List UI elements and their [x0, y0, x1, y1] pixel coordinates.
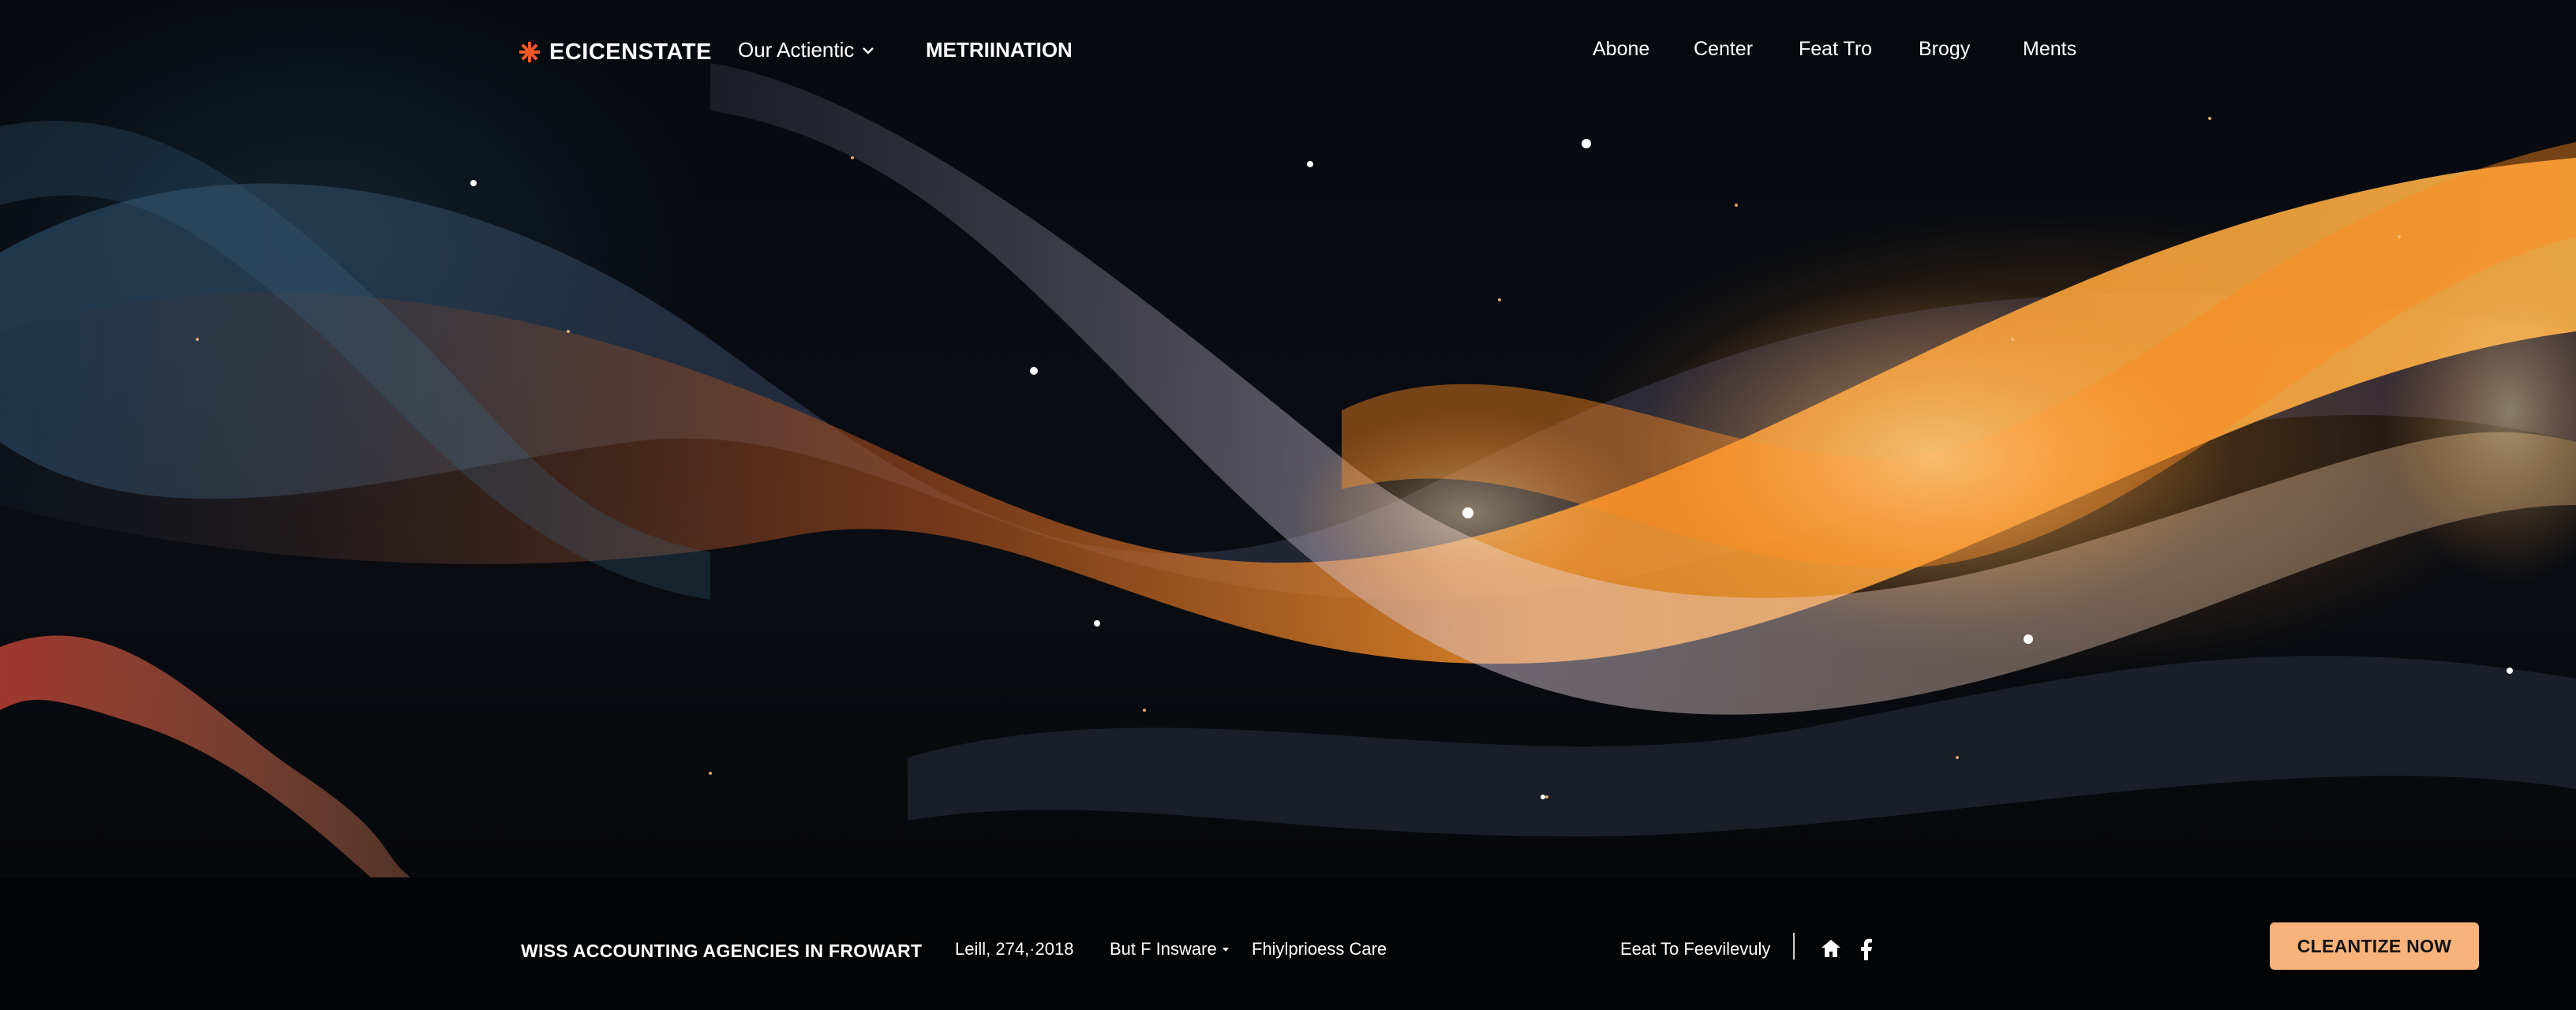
footer-divider [1793, 933, 1795, 960]
cleantize-now-button[interactable]: CLEANTIZE NOW [2270, 922, 2479, 970]
home-icon[interactable] [1820, 938, 1842, 959]
nav-item-metriination[interactable]: METRIINATION [926, 38, 1073, 62]
chevron-down-icon [863, 47, 874, 54]
nav-item-feat-tro[interactable]: Feat Tro [1799, 38, 1872, 61]
nav-item-label: METRIINATION [926, 38, 1073, 62]
footer-tagline: WISS ACCOUNTING AGENCIES IN FROWART [521, 941, 923, 961]
wave-artwork [0, 63, 2576, 877]
hero-background [0, 0, 2576, 877]
nav-item-brogy[interactable]: Brogy [1919, 38, 1970, 61]
nav-item-center[interactable]: Center [1694, 38, 1753, 61]
nav-item-ments[interactable]: Ments [2023, 38, 2076, 61]
footer-feat-link[interactable]: Eeat To Feevilevuly [1620, 939, 1770, 960]
footer-dropdown-label: But F Insware [1110, 939, 1217, 959]
facebook-icon[interactable] [1859, 938, 1874, 960]
nav-item-our-actientic[interactable]: Our Actientic [738, 38, 874, 62]
footer-care-link[interactable]: Fhiylprioess Care [1252, 939, 1387, 960]
brand-logo[interactable]: ECICENSTATE [518, 35, 712, 69]
caret-down-icon [1222, 948, 1229, 952]
footer-dropdown[interactable]: But F Insware [1110, 939, 1230, 960]
footer-date: Leill, 274,·2018 [955, 939, 1074, 959]
nav-item-label: Our Actientic [738, 38, 855, 62]
brand-name: ECICENSTATE [549, 39, 712, 65]
asterisk-logo-icon [519, 42, 540, 62]
nav-item-abone[interactable]: Abone [1593, 38, 1649, 61]
top-navigation: ECICENSTATE Our Actientic METRIINATION A… [0, 0, 2576, 103]
